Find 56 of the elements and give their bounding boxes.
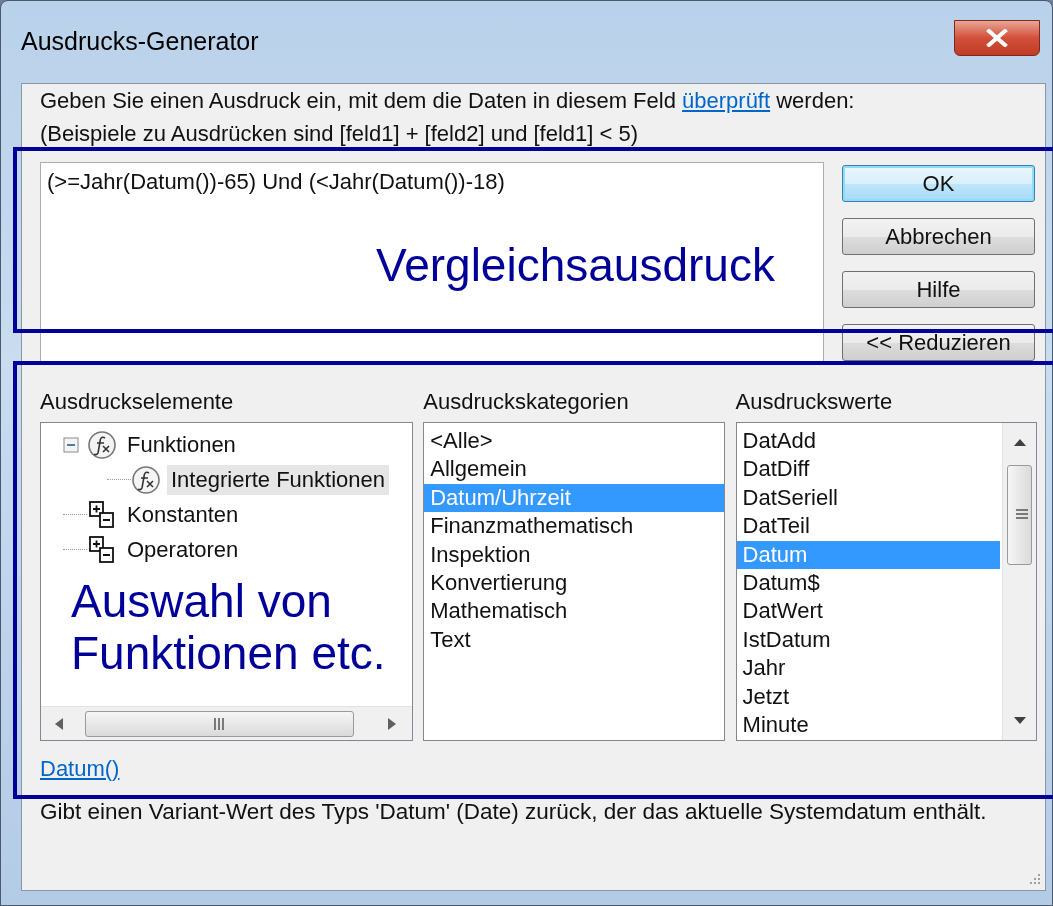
list-item[interactable]: Datum$ <box>736 569 1000 598</box>
list-item[interactable]: Allgemein <box>424 455 724 484</box>
vertical-scrollbar[interactable] <box>1002 423 1036 740</box>
tree-item[interactable]: Konstanten <box>123 499 243 530</box>
tree-item[interactable]: Funktionen <box>123 429 240 460</box>
dialog-button[interactable]: Abbrechen <box>842 218 1035 255</box>
list-item[interactable]: DatTeil <box>736 512 1000 541</box>
pane-label: Ausdruckskategorien <box>423 391 630 413</box>
pane-label: Ausdruckswerte <box>735 391 894 413</box>
list-item[interactable]: Jahr <box>736 654 1000 683</box>
dialog-button[interactable]: OK <box>842 165 1035 202</box>
list-item[interactable]: Mathematisch <box>424 597 724 626</box>
instruction-text: Geben Sie einen Ausdruck ein, mit dem die Daten in diesem Feld überprüft werden: <box>40 87 856 115</box>
stacked-squares-icon <box>87 499 117 530</box>
link[interactable]: überprüft <box>682 88 771 113</box>
resize-grip-icon[interactable] <box>1027 872 1041 886</box>
list-item[interactable]: DatAdd <box>736 427 1000 456</box>
annotation-label: Auswahl von Funktionen etc. <box>71 575 387 679</box>
function-icon <box>87 429 117 460</box>
tree-item[interactable]: Operatoren <box>123 534 243 565</box>
annotation-label: Vergleichsausdruck <box>376 239 775 291</box>
category-list[interactable]: <Alle> Allgemein Datum/Uhrzeit Finanzmathematisch Inspektion Konvertierung Mathematisch Text <box>423 422 725 741</box>
example-text: (Beispiele zu Ausdrücken sind [feld1] + [feld2] und [feld1] < 5) <box>40 120 640 148</box>
function-icon <box>131 464 161 495</box>
grip-icon <box>213 718 226 730</box>
window-title: Ausdrucks-Generator <box>21 26 259 58</box>
scroll-down-icon <box>1014 717 1026 724</box>
scroll-up-icon <box>1014 439 1026 446</box>
function-link[interactable]: Datum() <box>40 756 120 781</box>
list-item[interactable]: DatWert <box>736 597 1000 626</box>
list-item[interactable]: DatDiff <box>736 455 1000 484</box>
scroll-thumb[interactable] <box>1007 465 1032 565</box>
list-item[interactable]: <Alle> <box>424 427 724 456</box>
pane-label: Ausdruckselemente <box>40 391 235 413</box>
scroll-thumb[interactable] <box>85 711 355 737</box>
list-item[interactable]: Minute <box>736 711 1000 740</box>
grip-icon <box>1016 509 1028 519</box>
scroll-left-icon <box>55 718 63 730</box>
description-text: Gibt einen Variant-Wert des Typs 'Datum' (Date) zurück, der das aktuelle Systemdatum enthält. <box>40 798 988 826</box>
dialog-button[interactable]: Hilfe <box>842 271 1035 308</box>
collapse-icon[interactable] <box>63 436 79 453</box>
list-item[interactable]: Text <box>424 625 724 655</box>
horizontal-scrollbar[interactable] <box>41 706 413 740</box>
stacked-squares-icon <box>87 534 117 565</box>
close-button[interactable] <box>954 20 1040 56</box>
list-item[interactable]: Inspektion <box>424 540 724 570</box>
close-icon <box>986 29 1008 47</box>
value-list[interactable]: DatAdd DatDiff DatSeriell DatTeil Datum Datum$ DatWert IstDatum Jahr Jetzt Minute <box>735 422 1037 741</box>
list-item[interactable]: Konvertierung <box>424 569 724 598</box>
scroll-right-icon <box>388 718 397 730</box>
list-item[interactable]: DatSeriell <box>736 483 1000 513</box>
tree-view[interactable]: Funktionen Integrierte Funktionen Konstanten Operatoren Auswahl von Funktionen etc. <box>40 422 414 741</box>
list-item[interactable]: Finanzmathematisch <box>424 512 724 541</box>
tree-item[interactable]: Integrierte Funktionen <box>167 464 390 495</box>
list-item[interactable]: IstDatum <box>736 625 1000 655</box>
list-item[interactable]: Jetzt <box>736 682 1000 712</box>
